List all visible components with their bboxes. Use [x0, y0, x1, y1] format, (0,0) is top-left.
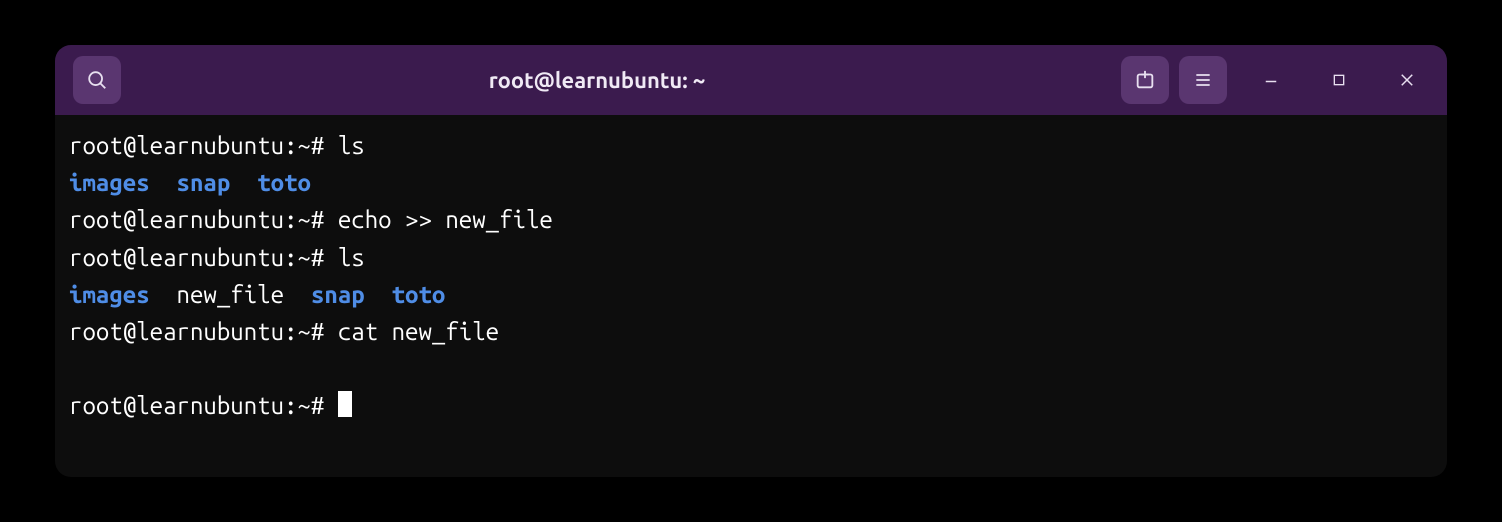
- command-text: ls: [338, 132, 365, 159]
- command-text: echo >> new_file: [338, 206, 553, 233]
- prompt: root@learnubuntu:~#: [69, 132, 338, 159]
- titlebar: root@learnubuntu: ~: [55, 45, 1447, 115]
- window-controls: [1249, 58, 1429, 102]
- terminal-window: root@learnubuntu: ~ root@learnubuntu:~# …: [55, 45, 1447, 477]
- prompt: root@learnubuntu:~#: [69, 244, 338, 271]
- terminal-body[interactable]: root@learnubuntu:~# lsimages snap totoro…: [55, 115, 1447, 477]
- terminal-line: images snap toto: [69, 164, 1433, 201]
- cursor: [338, 391, 352, 417]
- terminal-line: root@learnubuntu:~# ls: [69, 127, 1433, 164]
- menu-button[interactable]: [1179, 56, 1227, 104]
- prompt: root@learnubuntu:~#: [69, 206, 338, 233]
- minimize-icon: [1262, 71, 1280, 89]
- terminal-line: root@learnubuntu:~#: [69, 387, 1433, 424]
- prompt: root@learnubuntu:~#: [69, 318, 338, 345]
- terminal-line: root@learnubuntu:~# ls: [69, 239, 1433, 276]
- terminal-line: root@learnubuntu:~# cat new_file: [69, 313, 1433, 350]
- hamburger-icon: [1193, 70, 1213, 90]
- ls-entry: toto: [392, 281, 446, 308]
- terminal-line: root@learnubuntu:~# echo >> new_file: [69, 201, 1433, 238]
- close-button[interactable]: [1385, 58, 1429, 102]
- maximize-button[interactable]: [1317, 58, 1361, 102]
- new-tab-icon: [1134, 69, 1156, 91]
- minimize-button[interactable]: [1249, 58, 1293, 102]
- ls-entry: images: [69, 169, 150, 196]
- command-text: ls: [338, 244, 365, 271]
- ls-entry: toto: [257, 169, 311, 196]
- prompt: root@learnubuntu:~#: [69, 392, 338, 419]
- ls-entry: snap: [177, 169, 231, 196]
- ls-entry: images: [69, 281, 150, 308]
- window-title: root@learnubuntu: ~: [83, 68, 1111, 93]
- command-text: cat new_file: [338, 318, 499, 345]
- close-icon: [1398, 71, 1416, 89]
- new-tab-button[interactable]: [1121, 56, 1169, 104]
- ls-entry: new_file: [177, 281, 285, 308]
- maximize-icon: [1331, 72, 1347, 88]
- terminal-line: [69, 350, 1433, 387]
- ls-entry: snap: [311, 281, 365, 308]
- terminal-line: images new_file snap toto: [69, 276, 1433, 313]
